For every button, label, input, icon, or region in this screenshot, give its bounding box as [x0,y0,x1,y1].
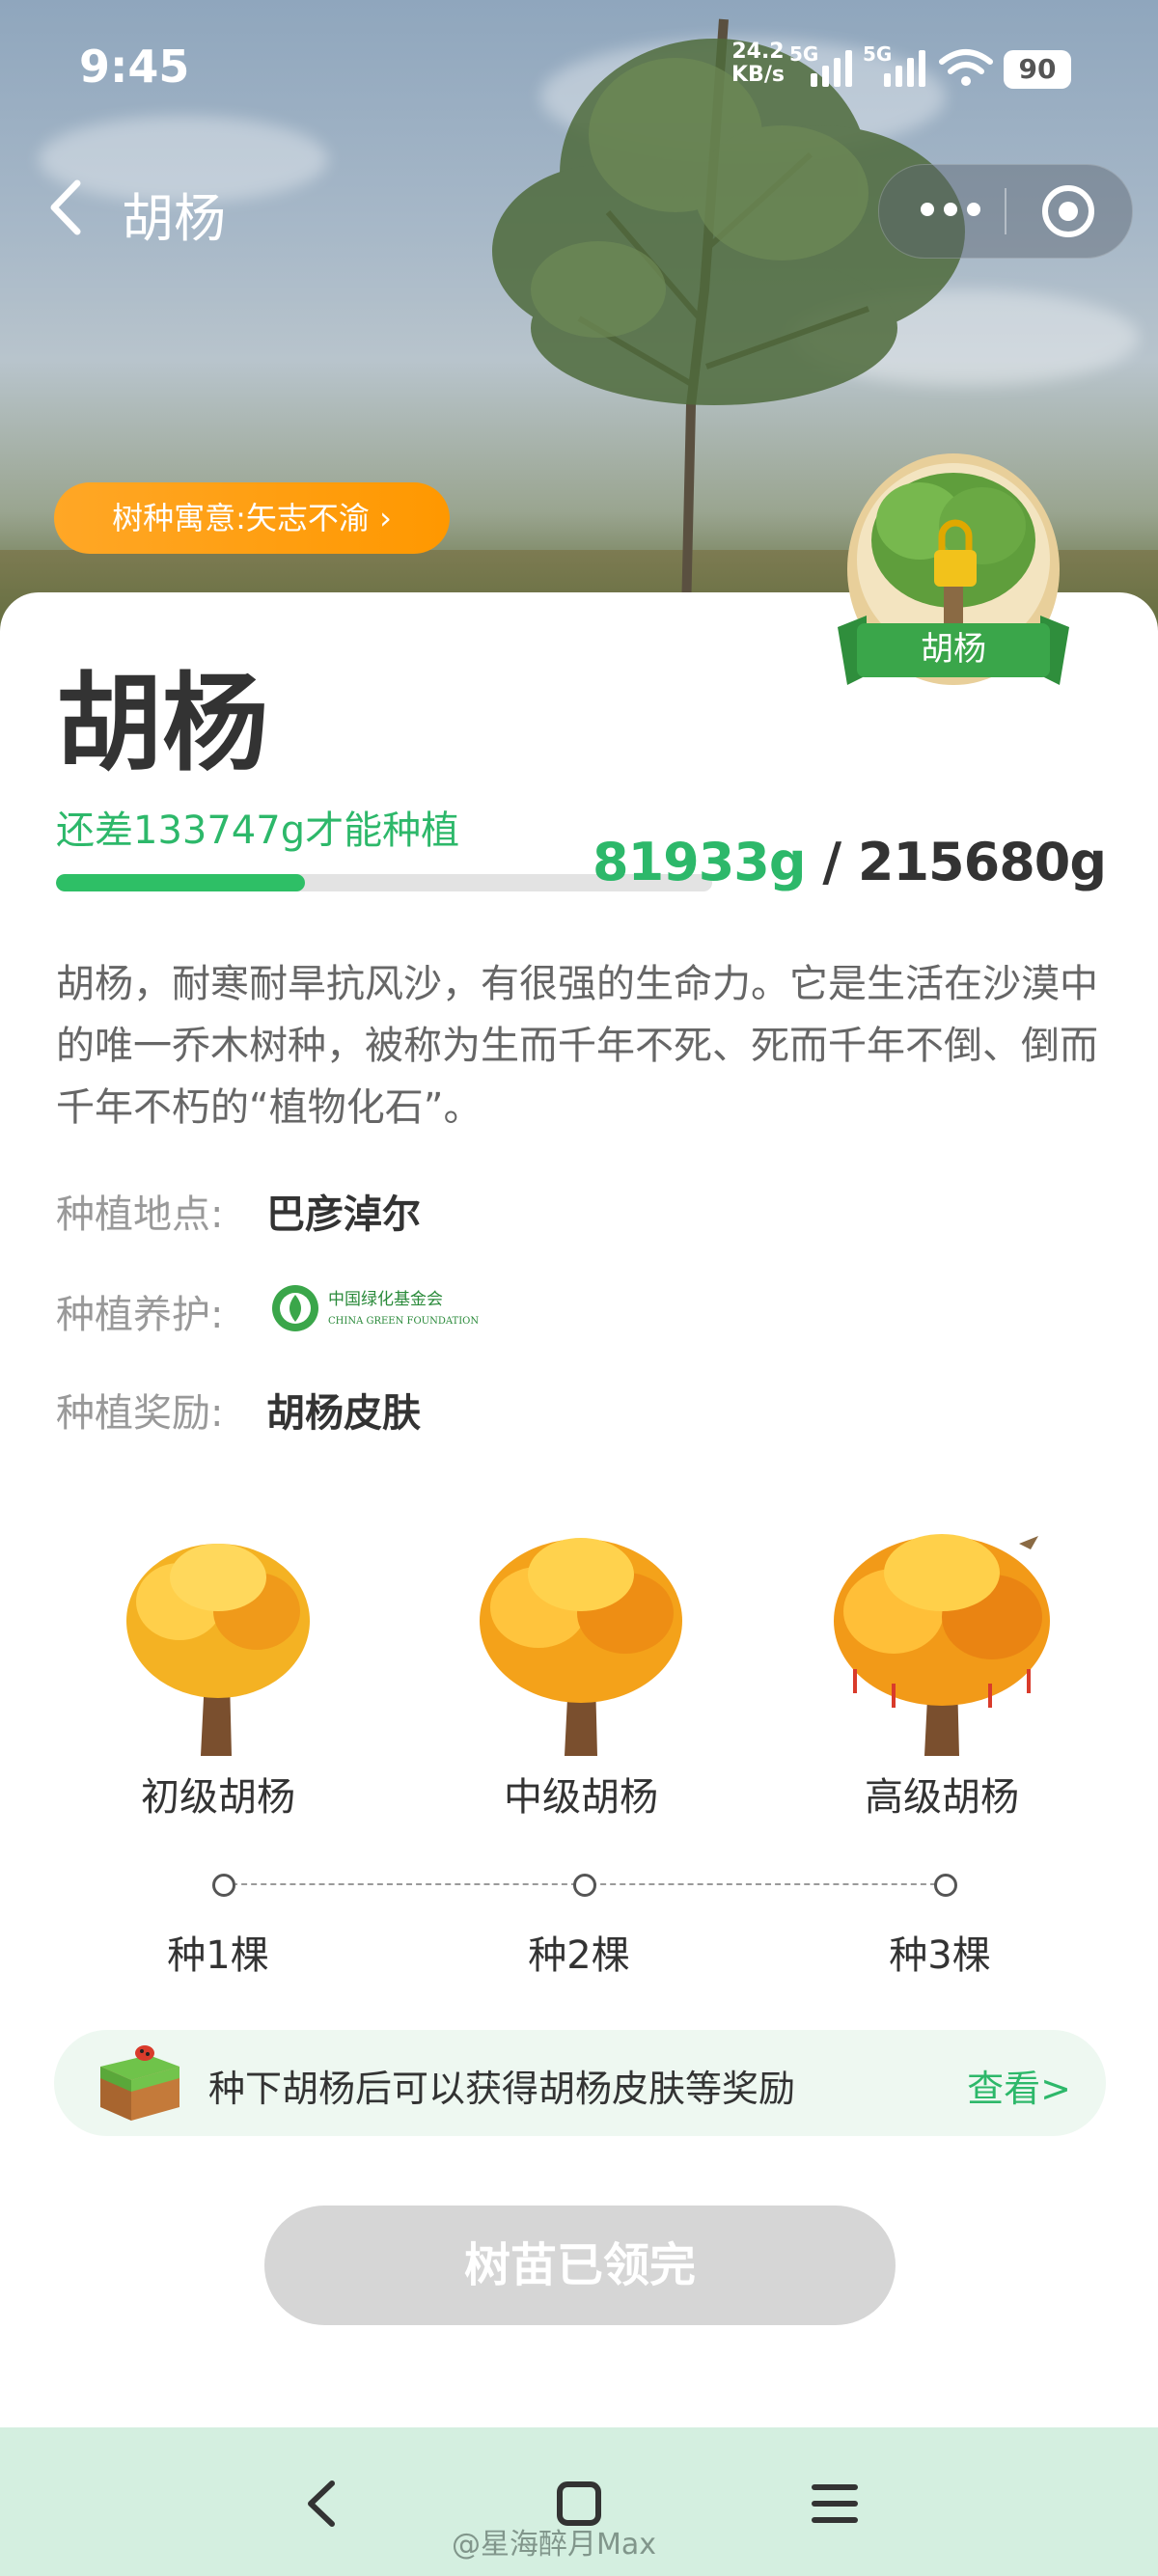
species-name: 胡杨 [56,662,268,785]
china-green-foundation-logo: 中国绿化基金会 CHINA GREEN FOUNDATION [272,1285,479,1331]
network-speed: 24.2 KB/s [731,40,785,87]
weight-readout: 81933g / 215680g [593,832,1107,892]
view-link[interactable]: 查看> [967,2059,1071,2112]
chevron-left-icon[interactable] [39,174,96,241]
level-item-1: 初级胡杨 [73,1524,363,1822]
maintenance-label: 种植养护: [56,1293,224,1337]
more-dots-icon[interactable] [914,178,987,240]
gift-box-icon [100,2045,179,2121]
level-name: 中级胡杨 [504,1775,658,1820]
autumn-tree-icon [126,1544,310,1756]
location-value: 巴彦淖尔 [266,1192,421,1237]
level-item-2: 中级胡杨 [436,1524,726,1822]
current-weight: 81933g [593,832,807,892]
level-count-3: 种3棵 [889,1933,991,1978]
back-triangle-icon[interactable] [290,2470,357,2537]
menu-lines-icon[interactable] [801,2470,868,2537]
info-row-location: 种植地点: 巴彦淖尔 [56,1183,421,1239]
clock: 9:45 [79,41,190,93]
battery-indicator: 90 [1004,50,1071,89]
reward-label: 种植奖励: [56,1391,224,1436]
tree-meaning-pill[interactable]: 树种寓意:矢志不渝 › [54,482,450,554]
level-name: 初级胡杨 [141,1775,295,1820]
info-row-reward: 种植奖励: 胡杨皮肤 [56,1382,421,1438]
target-circle-icon[interactable] [1041,184,1095,238]
festive-autumn-tree-icon [834,1534,1050,1756]
badge-label: 胡杨 [921,630,986,669]
signal-bars-icon [811,48,853,87]
reward-value: 胡杨皮肤 [266,1391,421,1436]
info-row-maintenance: 种植养护: [56,1283,223,1339]
status-bar: 9:45 24.2 KB/s 5G 5G 90 [0,0,1158,135]
level-name: 高级胡杨 [865,1775,1019,1820]
miniprogram-capsule [878,164,1133,259]
remaining-weight-text: 还差133747g才能种植 [56,808,460,853]
watermark: @星海醉月Max [452,2528,657,2562]
timeline-node-2 [573,1874,596,1897]
reward-info-text: 种下胡杨后可以获得胡杨皮肤等奖励 [208,2068,796,2110]
signal-bars-icon [884,48,926,87]
page-title: 胡杨 [122,188,226,249]
location-label: 种植地点: [56,1192,224,1237]
timeline-node-1 [212,1874,235,1897]
claim-sapling-button[interactable]: 树苗已领完 [264,2206,896,2325]
timeline-node-3 [934,1874,957,1897]
top-nav-bar: 胡杨 [0,154,1158,260]
energy-progress-fill [56,874,306,891]
reward-info-bar[interactable]: 种下胡杨后可以获得胡杨皮肤等奖励 查看> [54,2030,1106,2136]
weight-separator: / [822,832,841,892]
svg-text:CHINA GREEN FOUNDATION: CHINA GREEN FOUNDATION [328,1316,479,1327]
tree-description: 胡杨，耐寒耐旱抗风沙，有很强的生命力。它是生活在沙漠中的唯一乔木树种，被称为生而… [56,962,1098,1130]
locked-tree-badge: 胡杨 [838,453,1069,685]
level-item-3: 高级胡杨 [797,1524,1087,1822]
autumn-tree-icon [480,1538,682,1756]
wifi-icon [939,49,993,86]
svg-text:中国绿化基金会: 中国绿化基金会 [328,1290,443,1309]
level-count-1: 种1棵 [167,1933,269,1978]
level-count-2: 种2棵 [528,1933,630,1978]
total-weight: 215680g [857,832,1107,892]
